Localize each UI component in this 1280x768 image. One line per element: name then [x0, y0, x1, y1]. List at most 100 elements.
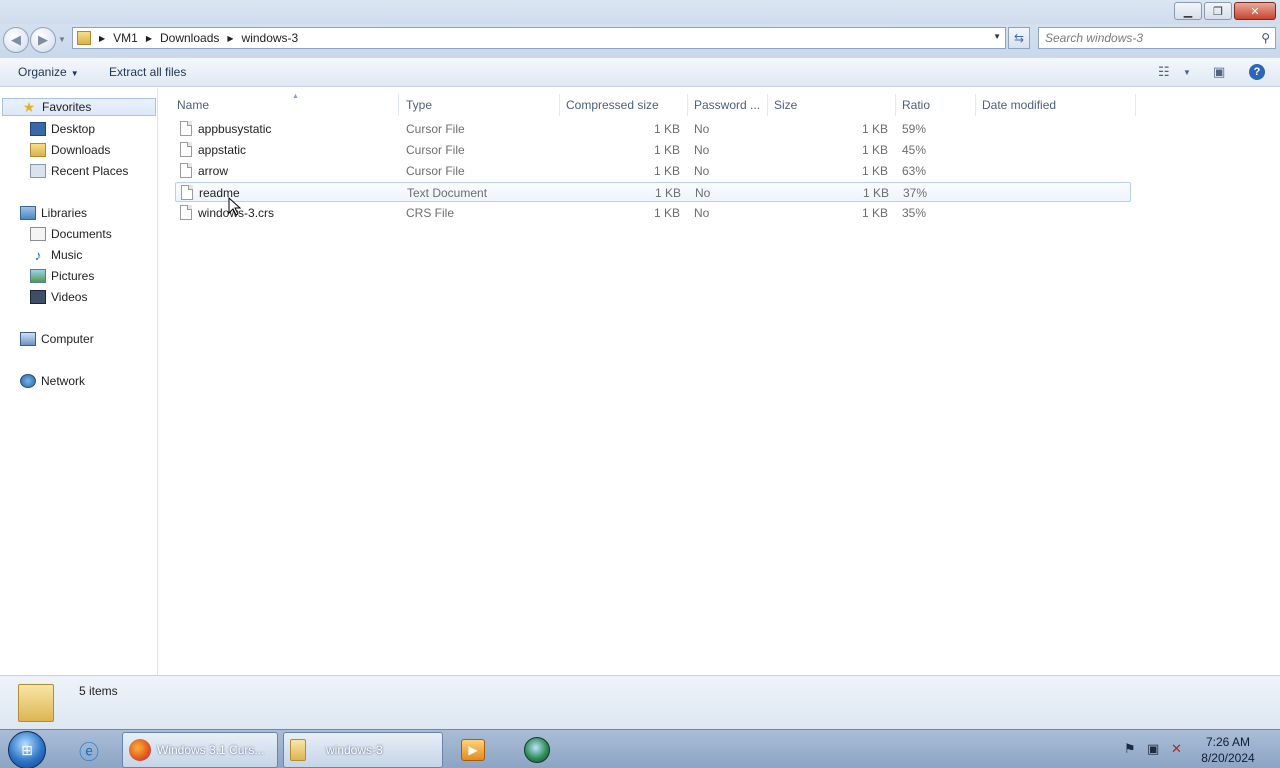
- system-clock[interactable]: 7:26 AM 8/20/2024: [1196, 734, 1260, 766]
- table-row[interactable]: appbusystatic Cursor File 1 KB No 1 KB 5…: [175, 119, 1131, 139]
- sidebar-item-label: Libraries: [41, 206, 88, 220]
- breadcrumb-windows-3[interactable]: windows-3: [242, 31, 299, 45]
- breadcrumb-separator-icon[interactable]: ▶: [227, 34, 233, 43]
- taskbar-button-label: windows-3: [326, 743, 383, 757]
- maximize-button[interactable]: ❐: [1204, 2, 1232, 20]
- sidebar-item-recent-places[interactable]: Recent Places: [30, 162, 128, 180]
- column-header-type[interactable]: Type: [400, 94, 560, 116]
- help-button[interactable]: ?: [1249, 64, 1265, 80]
- column-header-compressed-size[interactable]: Compressed size: [560, 94, 688, 116]
- sidebar-item-favorites[interactable]: ★ Favorites: [2, 98, 156, 116]
- minimize-button[interactable]: ▁: [1174, 2, 1202, 20]
- extract-all-files-button[interactable]: Extract all files: [109, 65, 186, 79]
- column-header-name[interactable]: Name ▲: [171, 93, 399, 116]
- column-header-size[interactable]: Size: [768, 94, 896, 116]
- change-view-button[interactable]: ☷: [1158, 64, 1170, 80]
- zip-folder-icon: [290, 739, 306, 761]
- taskbar-explorer-button[interactable]: windows-3: [283, 732, 443, 768]
- breadcrumb-downloads[interactable]: Downloads: [160, 31, 219, 45]
- network-status-icon[interactable]: ▣: [1147, 741, 1159, 757]
- file-name: arrow: [198, 164, 229, 178]
- recent-pages-dropdown[interactable]: ▼: [58, 35, 66, 44]
- file-type: Cursor File: [406, 143, 465, 157]
- breadcrumb-separator-icon[interactable]: ▶: [99, 34, 105, 43]
- table-row[interactable]: arrow Cursor File 1 KB No 1 KB 63%: [175, 161, 1131, 181]
- window-controls: ▁ ❐ ✕: [1174, 2, 1276, 20]
- sidebar-item-label: Desktop: [51, 122, 96, 136]
- table-row[interactable]: appstatic Cursor File 1 KB No 1 KB 45%: [175, 140, 1131, 160]
- title-bar: ▁ ❐ ✕: [0, 0, 1280, 24]
- sidebar-item-videos[interactable]: Videos: [30, 288, 87, 306]
- sort-ascending-icon: ▲: [292, 93, 299, 100]
- items-count: 5 items: [79, 684, 118, 698]
- breadcrumb-vm1[interactable]: VM1: [113, 31, 138, 45]
- sidebar-item-downloads[interactable]: Downloads: [30, 141, 110, 159]
- clock-date: 8/20/2024: [1201, 751, 1255, 765]
- file-name: appstatic: [198, 143, 247, 157]
- libraries-icon: [20, 206, 36, 220]
- file-icon: [180, 163, 192, 178]
- network-app-icon[interactable]: [522, 735, 552, 765]
- text-document-icon: [181, 185, 193, 200]
- file-icon: [180, 142, 192, 157]
- star-icon: ★: [22, 99, 36, 115]
- clock-time: 7:26 AM: [1205, 735, 1251, 749]
- sidebar-item-music[interactable]: ♪ Music: [30, 246, 83, 264]
- network-icon: [20, 374, 36, 388]
- file-ratio: 35%: [902, 206, 927, 220]
- windows-logo-icon: ⊞: [21, 741, 33, 758]
- file-password: No: [694, 122, 710, 136]
- volume-muted-icon[interactable]: ✕: [1171, 741, 1182, 757]
- preview-pane-icon: ▣: [1213, 64, 1226, 79]
- sidebar-item-libraries[interactable]: Libraries: [20, 204, 87, 222]
- file-password: No: [695, 186, 711, 200]
- sidebar-item-label: Network: [41, 374, 86, 388]
- table-row[interactable]: windows-3.crs CRS File 1 KB No 1 KB 35%: [175, 203, 1131, 223]
- sidebar-item-label: Recent Places: [51, 164, 129, 178]
- address-history-dropdown-icon[interactable]: ▼: [993, 32, 1001, 41]
- search-box[interactable]: ⚲: [1038, 27, 1276, 49]
- close-button[interactable]: ✕: [1234, 2, 1276, 20]
- mouse-cursor-icon: [228, 197, 242, 216]
- file-icon: [180, 121, 192, 136]
- sidebar-item-computer[interactable]: Computer: [20, 330, 94, 348]
- column-header-password[interactable]: Password ...: [688, 94, 768, 116]
- start-button[interactable]: ⊞: [8, 731, 46, 768]
- sidebar-item-network[interactable]: Network: [20, 372, 85, 390]
- media-player-icon[interactable]: ▶: [458, 735, 488, 765]
- music-note-icon: ♪: [34, 247, 42, 263]
- action-center-flag-icon[interactable]: ⚑: [1124, 741, 1136, 757]
- preview-pane-button[interactable]: ▣: [1213, 64, 1225, 80]
- column-header-label: Name: [177, 98, 210, 112]
- sidebar-item-pictures[interactable]: Pictures: [30, 267, 94, 285]
- search-input[interactable]: [1045, 31, 1245, 45]
- view-options-dropdown[interactable]: ▼: [1183, 68, 1191, 77]
- column-header-ratio[interactable]: Ratio: [896, 94, 976, 116]
- refresh-icon: ⇆: [1013, 31, 1025, 45]
- file-size: 1 KB: [862, 186, 889, 200]
- documents-icon: [30, 227, 46, 241]
- taskbar-button-label: Windows 3.1 Curs...: [157, 743, 265, 757]
- file-size: 1 KB: [861, 164, 888, 178]
- forward-button[interactable]: ▶: [30, 27, 56, 53]
- file-type: Cursor File: [406, 122, 465, 136]
- file-password: No: [694, 143, 710, 157]
- organize-button[interactable]: Organize ▼: [18, 65, 79, 79]
- file-type: CRS File: [406, 206, 455, 220]
- sidebar-item-documents[interactable]: Documents: [30, 225, 112, 243]
- sidebar-item-desktop[interactable]: Desktop: [30, 120, 95, 138]
- file-compressed-size: 1 KB: [653, 164, 680, 178]
- internet-explorer-icon[interactable]: ⓔ: [74, 735, 104, 765]
- table-row[interactable]: readme Text Document 1 KB No 1 KB 37%: [175, 182, 1131, 202]
- sidebar-item-label: Computer: [41, 332, 94, 346]
- sidebar-item-label: Downloads: [51, 143, 111, 157]
- breadcrumb-separator-icon[interactable]: ▶: [146, 34, 152, 43]
- refresh-button[interactable]: ⇆: [1008, 27, 1030, 49]
- column-header-date-modified[interactable]: Date modified: [976, 94, 1136, 116]
- taskbar-firefox-button[interactable]: Windows 3.1 Curs...: [122, 732, 278, 768]
- address-bar[interactable]: ▶ VM1 ▶ Downloads ▶ windows-3 ▼: [72, 27, 1006, 49]
- file-name: appbusystatic: [198, 122, 272, 136]
- back-button[interactable]: ◀: [3, 27, 29, 53]
- search-icon[interactable]: ⚲: [1261, 31, 1270, 45]
- navigation-pane: ★ Favorites Desktop Downloads Recent Pla…: [0, 88, 158, 675]
